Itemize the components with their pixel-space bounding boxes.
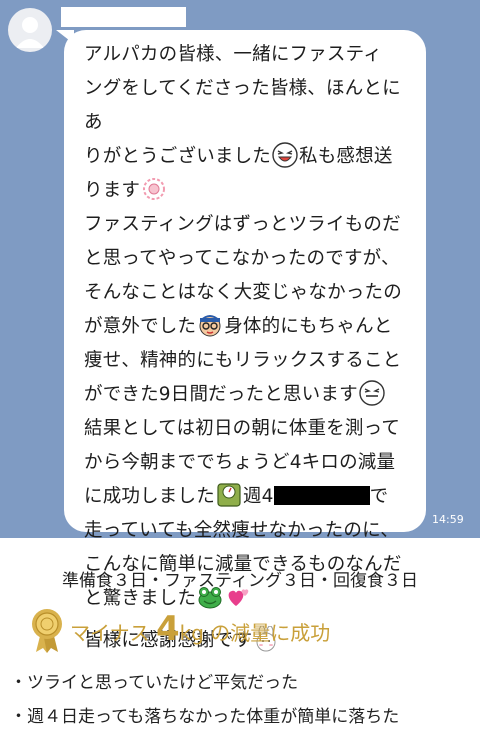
chat-area: アルパカの皆様、一緒にファスティ ングをしてくださった皆様、ほんとにあ りがとう…: [0, 0, 480, 652]
message-line: 痩せ、精神的にもリラックスすること: [84, 350, 402, 371]
sender-name-redacted: [61, 7, 186, 27]
gold-medal-icon: [32, 609, 62, 653]
message-line: 結果としては初日の朝に体重を測って: [84, 418, 401, 439]
result-text: マイナス 4kg の減量に成功: [70, 609, 330, 649]
bullet-point: ・週４日走っても落ちなかった体重が簡単に落ちた: [10, 707, 400, 727]
fasting-summary: 準備食３日・ファスティング３日・回復食３日 マイナス 4kg の減量に成功 ・ツ…: [0, 538, 480, 751]
message-line: 身体的にもちゃんと: [224, 316, 393, 337]
message-line: で: [369, 486, 389, 507]
default-user-icon: [16, 17, 44, 48]
message-line: と思ってやってこなかったのですが、: [84, 248, 400, 269]
message-line: から今朝まででちょうど4キロの減量: [84, 452, 396, 473]
result-number: 4: [155, 609, 180, 649]
message-line: 週4: [242, 486, 274, 507]
message-line: アルパカの皆様、一緒にファスティ: [84, 44, 382, 65]
message-timestamp: 14:59: [432, 513, 464, 526]
result-prefix: マイナス: [70, 621, 150, 645]
message-line: ファスティングはずっとツライものだ: [84, 214, 401, 235]
sender-avatar[interactable]: [8, 8, 52, 52]
pink-blossom-icon: [143, 178, 166, 200]
message-line: が意外でした: [84, 316, 197, 337]
message-line: 私も感想送: [299, 146, 393, 167]
result-suffix: の減量に成功: [210, 621, 331, 645]
weighing-scale-icon: [217, 483, 241, 507]
program-schedule: 準備食３日・ファスティング３日・回復食３日: [62, 571, 418, 591]
boy-with-glasses-icon: [199, 315, 221, 337]
result-banner: マイナス 4kg の減量に成功: [28, 606, 448, 654]
result-unit: kg: [179, 621, 204, 645]
grinning-face-icon: [359, 380, 385, 406]
message-line: そんなことはなく大変じゃなかったの: [84, 282, 402, 303]
bullet-point: ・ツライと思っていたけど平気だった: [10, 673, 299, 693]
message-line: ングをしてくださった皆様、ほんとにあ: [84, 78, 401, 133]
laughing-face-icon: [272, 142, 298, 168]
message-line: りがとうございました: [84, 146, 272, 167]
message-line: に成功しました: [84, 486, 215, 507]
redacted-text: [273, 486, 370, 505]
message-line: ができた9日間だったと思います: [84, 384, 358, 405]
message-line: ります: [84, 180, 141, 201]
